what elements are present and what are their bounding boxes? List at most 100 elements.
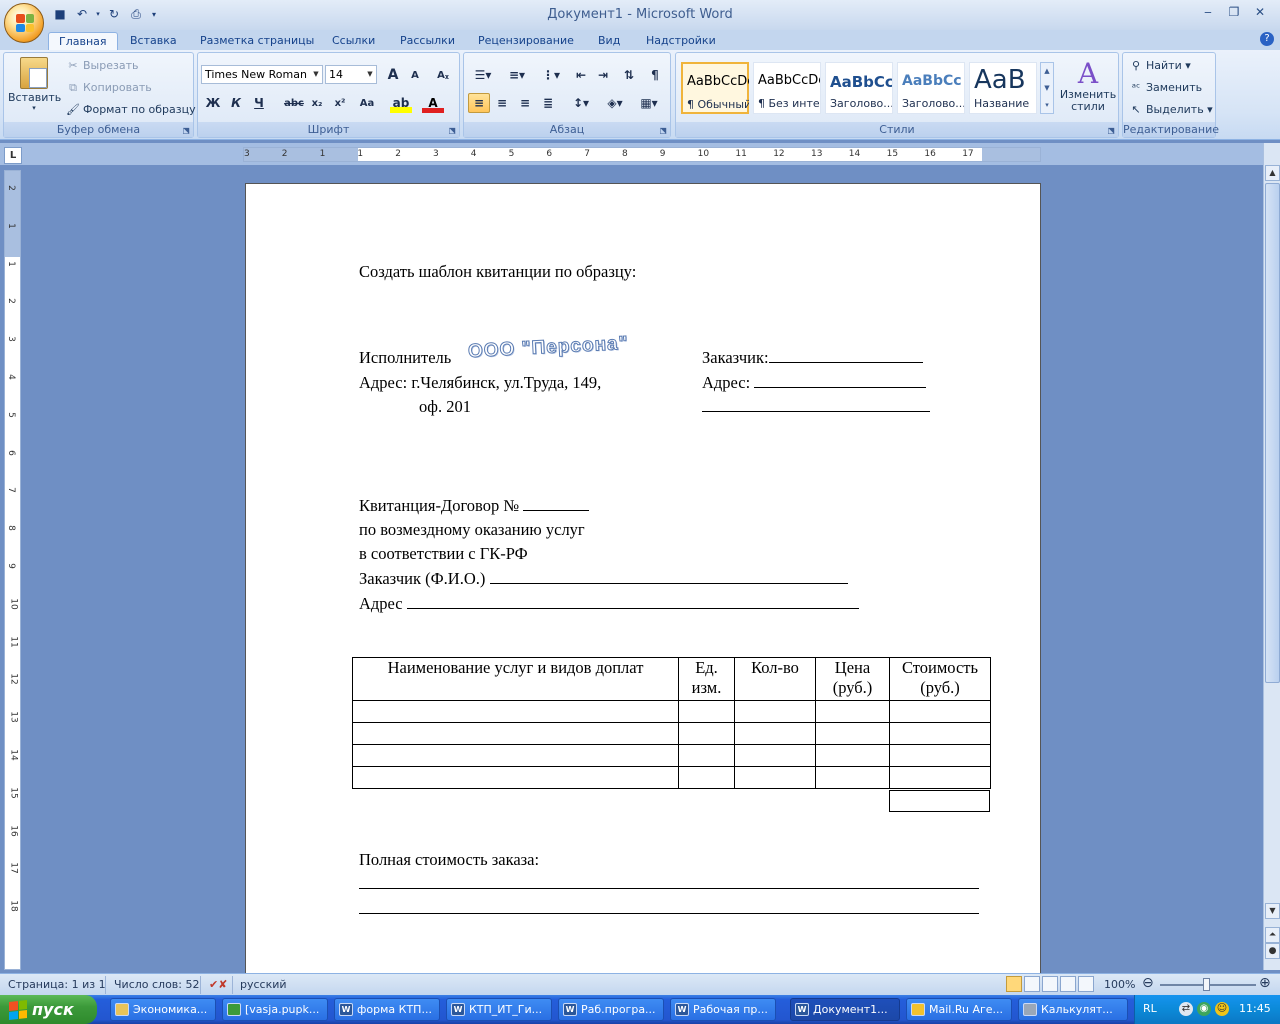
tab-addins[interactable]: Надстройки [636,32,726,51]
sort-icon[interactable]: ⇅ [618,65,640,85]
change-case-button[interactable]: Aa [356,93,378,113]
dialog-launcher-icon[interactable]: ⬔ [182,126,190,135]
justify-icon[interactable]: ≣ [537,93,559,113]
table-cell[interactable] [352,700,679,723]
style-heading-1[interactable]: AaBbCc Заголово... [825,62,893,114]
agent-icon[interactable]: ☺ [1215,1002,1229,1016]
table-cell[interactable] [889,700,991,723]
align-left-icon[interactable]: ≡ [468,93,490,113]
shrink-font-button[interactable]: A [404,65,426,85]
superscript-button[interactable]: x² [329,93,351,113]
taskbar-item[interactable]: Экономика... [110,998,216,1021]
shading-icon[interactable]: ◈▾ [600,93,630,113]
grow-font-button[interactable]: A [382,65,404,85]
table-cell[interactable] [889,744,991,767]
table-cell[interactable] [352,722,679,745]
style-no-spacing[interactable]: AaBbCcDc ¶ Без инте... [753,62,821,114]
taskbar-item[interactable]: W Раб.програ... [558,998,664,1021]
taskbar-item-active[interactable]: W Документ1... [790,998,900,1021]
clock[interactable]: 11:45 [1239,1002,1271,1015]
scroll-up-icon[interactable]: ▲ [1265,165,1280,181]
close-icon[interactable]: ✕ [1248,2,1272,22]
tab-page-layout[interactable]: Разметка страницы [190,32,324,51]
language[interactable]: русский [240,977,287,993]
copy-button[interactable]: ⧉ Копировать [66,81,152,95]
tab-selector[interactable]: L [4,147,22,164]
antivirus-icon[interactable]: ◉ [1197,1002,1211,1016]
underline-button[interactable]: Ч [248,93,270,113]
dialog-launcher-icon[interactable]: ⬔ [1107,126,1115,135]
dialog-launcher-icon[interactable]: ⬔ [659,126,667,135]
styles-scroll[interactable]: ▲ ▼ ▾ [1040,62,1054,114]
zoom-out-icon[interactable]: ⊖ [1142,975,1154,991]
table-cell[interactable] [678,700,735,723]
table-cell[interactable] [889,766,991,789]
style-title[interactable]: AaB Название [969,62,1037,114]
table-cell[interactable] [889,722,991,745]
align-right-icon[interactable]: ≡ [514,93,536,113]
dialog-launcher-icon[interactable]: ⬔ [448,126,456,135]
cut-button[interactable]: ✂ Вырезать [66,59,138,73]
tab-references[interactable]: Ссылки [322,32,385,51]
services-table[interactable]: Наименование услуг и видов доплат Ед. из… [352,657,991,789]
table-cell[interactable] [734,700,816,723]
zoom-in-icon[interactable]: ⊕ [1259,975,1271,991]
find-button[interactable]: ⚲ Найти ▾ [1129,59,1191,73]
taskbar-item[interactable]: Калькулят... [1018,998,1128,1021]
full-screen-reading-icon[interactable] [1024,976,1040,992]
vertical-ruler[interactable]: 2 1 1 2 3 4 5 6 7 8 9 10 11 12 13 14 15 16 17 18 [4,170,21,970]
style-normal[interactable]: AaBbCcDc ¶ Обычный [681,62,749,114]
decrease-indent-icon[interactable]: ⇤ [570,65,592,85]
clear-format-icon[interactable]: Aᵪ [432,65,454,85]
strikethrough-button[interactable]: abc [283,93,305,113]
horizontal-ruler[interactable]: 3 2 1 1 2 3 4 5 6 7 8 9 10 11 12 13 14 15 16 17 [243,147,1041,162]
table-row[interactable] [352,744,991,767]
prev-page-icon[interactable]: ⏶ [1265,927,1280,943]
help-icon[interactable]: ? [1260,32,1274,46]
borders-icon[interactable]: ▦▾ [634,93,664,113]
tab-mailings[interactable]: Рассылки [390,32,465,51]
table-cell[interactable] [352,766,679,789]
table-cell[interactable] [815,766,890,789]
bold-button[interactable]: Ж [202,93,224,113]
format-painter-button[interactable]: 🖌 Формат по образцу [66,103,196,117]
network-icon[interactable]: ⇄ [1179,1002,1193,1016]
draft-icon[interactable] [1078,976,1094,992]
italic-button[interactable]: К [225,93,247,113]
font-size-combo[interactable]: 14 ▼ [325,65,377,84]
minimize-icon[interactable]: ‒ [1196,2,1220,22]
office-button[interactable] [4,3,44,43]
scroll-thumb[interactable] [1265,183,1280,683]
table-cell[interactable] [815,744,890,767]
restore-icon[interactable]: ❐ [1222,2,1246,22]
multilevel-list-icon[interactable]: ⋮▾ [536,65,566,85]
taskbar-item[interactable]: Mail.Ru Аге... [906,998,1012,1021]
vertical-scrollbar[interactable]: ▲ ▼ ⏶ ● [1263,143,1280,970]
highlight-icon[interactable]: ab [390,93,412,113]
pilcrow-icon[interactable]: ¶ [644,65,666,85]
select-button[interactable]: ↖ Выделить ▾ [1129,103,1212,117]
table-cell[interactable] [734,744,816,767]
table-cell[interactable] [678,744,735,767]
replace-button[interactable]: ᵃᶜ Заменить [1129,81,1202,95]
keyboard-layout[interactable]: RL [1143,1002,1157,1015]
table-cell[interactable] [734,722,816,745]
table-row[interactable] [352,722,991,745]
zoom-level[interactable]: 100% [1104,977,1135,993]
print-layout-icon[interactable] [1006,976,1022,992]
scroll-down-icon[interactable]: ▼ [1265,903,1280,919]
taskbar-item[interactable]: W Рабочая пр... [670,998,776,1021]
font-color-icon[interactable]: A [422,93,444,113]
word-count[interactable]: Число слов: 52 [114,977,200,993]
browse-object-icon[interactable]: ● [1265,943,1280,959]
font-name-combo[interactable]: Times New Roman ▼ [201,65,323,84]
table-cell[interactable] [815,722,890,745]
paste-button[interactable]: Вставить ▾ [8,57,61,119]
table-row[interactable] [352,766,991,789]
web-layout-icon[interactable] [1042,976,1058,992]
tab-home[interactable]: Главная [48,32,118,51]
start-button[interactable]: пуск [0,995,97,1024]
table-cell[interactable] [678,722,735,745]
taskbar-item[interactable]: Wформа КТП... [334,998,440,1021]
subscript-button[interactable]: x₂ [306,93,328,113]
